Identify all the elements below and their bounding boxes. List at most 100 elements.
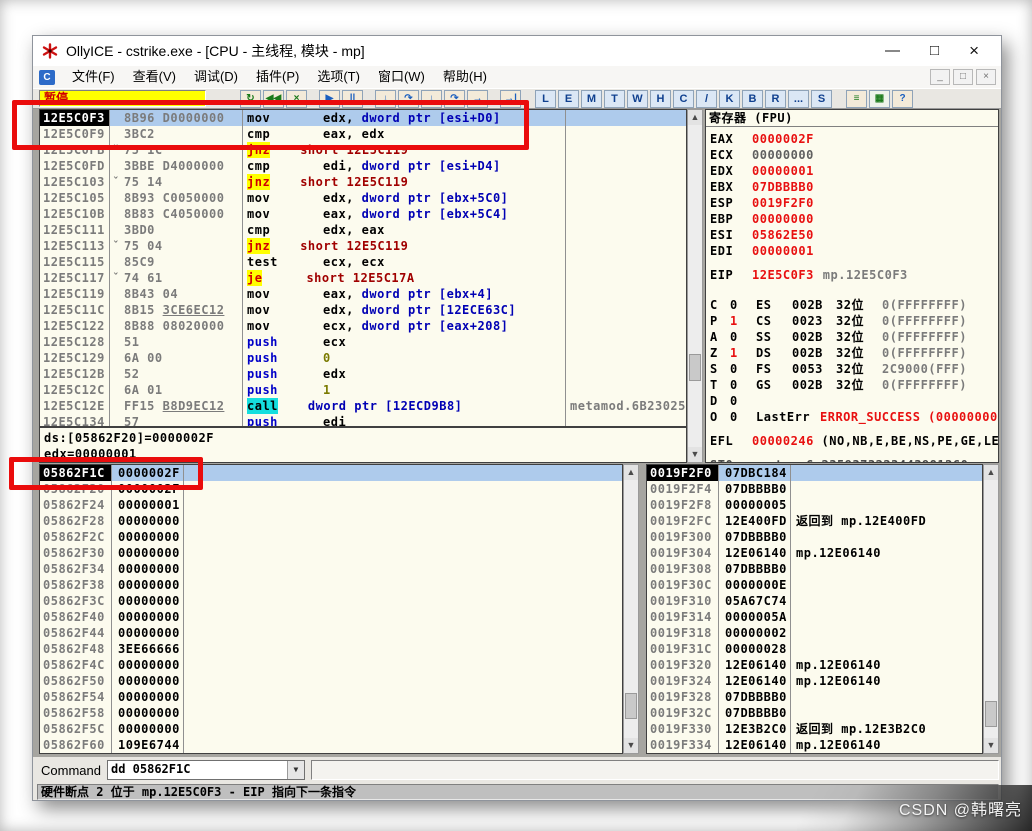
scroll-down-icon[interactable]: ▼ bbox=[984, 738, 998, 753]
close-button[interactable]: × bbox=[969, 36, 979, 66]
stack-row[interactable]: 0019F31800000002 bbox=[647, 625, 982, 641]
scrollbar-thumb[interactable] bbox=[689, 354, 701, 381]
patches-window-button[interactable]: / bbox=[696, 90, 717, 108]
dump-row[interactable]: 05862F5000000000 bbox=[40, 673, 622, 689]
scroll-down-icon[interactable]: ▼ bbox=[624, 738, 638, 753]
runtrace-window-button[interactable]: ... bbox=[788, 90, 809, 108]
disasm-row[interactable]: 12E5C1228B88 08020000movecx, dword ptr [… bbox=[40, 318, 686, 334]
chevron-down-icon[interactable]: ▼ bbox=[287, 761, 304, 779]
help-button[interactable]: ? bbox=[892, 90, 913, 108]
disasm-row[interactable]: 12E5C12EFF15 B8D9EC12calldword ptr [12EC… bbox=[40, 398, 686, 414]
dump-row[interactable]: 05862F200000002F bbox=[40, 481, 622, 497]
disasm-row[interactable]: 12E5C12B52pushedx bbox=[40, 366, 686, 382]
dump-row[interactable]: 05862F4400000000 bbox=[40, 625, 622, 641]
disassembly-scrollbar[interactable]: ▲ ▼ bbox=[687, 109, 703, 463]
disasm-row[interactable]: 12E5C10B8B83 C4050000moveax, dword ptr [… bbox=[40, 206, 686, 222]
flag-row[interactable]: D0 bbox=[706, 393, 998, 409]
disasm-row[interactable]: 12E5C11C8B15 3CE6EC12movedx, dword ptr [… bbox=[40, 302, 686, 318]
register-row-eip[interactable]: EIP12E5C0F3mp.12E5C0F3 bbox=[706, 267, 998, 283]
stack-row[interactable]: 0019F32412E06140mp.12E06140 bbox=[647, 673, 982, 689]
disassembly-pane[interactable]: 12E5C0F38B96 D0000000movedx, dword ptr [… bbox=[39, 109, 687, 427]
animate-over-button[interactable]: ↷ bbox=[444, 90, 465, 108]
restart-button[interactable]: ◀◀ bbox=[263, 90, 284, 108]
flag-row[interactable]: T0GS002B32位0(FFFFFFFF) bbox=[706, 377, 998, 393]
minimize-button[interactable]: — bbox=[885, 36, 900, 66]
dump-row[interactable]: 05862F3C00000000 bbox=[40, 593, 622, 609]
menu-plugins[interactable]: 插件(P) bbox=[247, 66, 308, 88]
menu-file[interactable]: 文件(F) bbox=[63, 66, 124, 88]
step-into-button[interactable]: ↓ bbox=[375, 90, 396, 108]
dump-row[interactable]: 05862F5800000000 bbox=[40, 705, 622, 721]
references-window-button[interactable]: R bbox=[765, 90, 786, 108]
log-window-button[interactable]: L bbox=[535, 90, 556, 108]
dump-row[interactable]: 05862F4000000000 bbox=[40, 609, 622, 625]
flag-row[interactable]: O0LastErrERROR_SUCCESS (00000000 bbox=[706, 409, 998, 425]
register-row[interactable]: ESI05862E50 bbox=[706, 227, 998, 243]
stack-row[interactable]: 0019F33412E06140mp.12E06140 bbox=[647, 737, 982, 753]
menu-help[interactable]: 帮助(H) bbox=[434, 66, 496, 88]
disasm-row[interactable]: 12E5C1198B43 04moveax, dword ptr [ebx+4] bbox=[40, 286, 686, 302]
scrollbar-thumb[interactable] bbox=[625, 693, 637, 719]
dump-scrollbar[interactable]: ▲ ▼ bbox=[623, 464, 639, 754]
dump-row[interactable]: 05862F1C0000002F bbox=[40, 465, 622, 481]
pause-button[interactable]: || bbox=[342, 90, 363, 108]
dump-row[interactable]: 05862F60109E6744 bbox=[40, 737, 622, 753]
stack-row[interactable]: 0019F32012E06140mp.12E06140 bbox=[647, 657, 982, 673]
menu-options[interactable]: 选项(T) bbox=[308, 66, 369, 88]
flag-row[interactable]: P1CS002332位0(FFFFFFFF) bbox=[706, 313, 998, 329]
disasm-row[interactable]: 12E5C117ˇ74 61jeshort 12E5C17A bbox=[40, 270, 686, 286]
close-program-button[interactable]: × bbox=[286, 90, 307, 108]
menu-debug[interactable]: 调试(D) bbox=[185, 66, 247, 88]
open-button[interactable]: ↻ bbox=[240, 90, 261, 108]
stack-scrollbar[interactable]: ▲ ▼ bbox=[983, 464, 999, 754]
stack-row[interactable]: 0019F30007DBBBB0 bbox=[647, 529, 982, 545]
disasm-row[interactable]: 12E5C113ˇ75 04jnzshort 12E5C119 bbox=[40, 238, 686, 254]
modules-window-button[interactable]: E bbox=[558, 90, 579, 108]
dump-row[interactable]: 05862F483EE66666 bbox=[40, 641, 622, 657]
disasm-row[interactable]: 12E5C1113BD0cmpedx, eax bbox=[40, 222, 686, 238]
dump-row[interactable]: 05862F5400000000 bbox=[40, 689, 622, 705]
memory-dump-pane[interactable]: 05862F1C0000002F05862F200000002F05862F24… bbox=[39, 464, 623, 754]
command-input[interactable]: dd 05862F1C bbox=[108, 761, 287, 779]
scroll-up-icon[interactable]: ▲ bbox=[624, 465, 638, 480]
disasm-row[interactable]: 12E5C0FD3BBE D4000000cmpedi, dword ptr [… bbox=[40, 158, 686, 174]
register-row[interactable]: EDI00000001 bbox=[706, 243, 998, 259]
disasm-row[interactable]: 12E5C12851pushecx bbox=[40, 334, 686, 350]
dump-row[interactable]: 05862F2C00000000 bbox=[40, 529, 622, 545]
disasm-row[interactable]: 12E5C0FBˇ75 1Cjnzshort 12E5C119 bbox=[40, 142, 686, 158]
callstack-window-button[interactable]: K bbox=[719, 90, 740, 108]
stack-row[interactable]: 0019F32807DBBBB0 bbox=[647, 689, 982, 705]
source-window-button[interactable]: S bbox=[811, 90, 832, 108]
register-row[interactable]: EBP00000000 bbox=[706, 211, 998, 227]
stack-row[interactable]: 0019F30807DBBBB0 bbox=[647, 561, 982, 577]
command-combobox[interactable]: dd 05862F1C ▼ bbox=[107, 760, 305, 780]
scroll-up-icon[interactable]: ▲ bbox=[688, 110, 702, 125]
mdi-close-button[interactable]: × bbox=[976, 69, 996, 85]
dump-row[interactable]: 05862F2400000001 bbox=[40, 497, 622, 513]
disasm-row[interactable]: 12E5C1058B93 C0050000movedx, dword ptr [… bbox=[40, 190, 686, 206]
flag-row[interactable]: A0SS002B32位0(FFFFFFFF) bbox=[706, 329, 998, 345]
registers-pane[interactable]: 寄存器 (FPU)EAX0000002FECX00000000EDX000000… bbox=[705, 109, 999, 463]
stack-row[interactable]: 0019F30C0000000E bbox=[647, 577, 982, 593]
animate-into-button[interactable]: ↓ bbox=[421, 90, 442, 108]
step-over-button[interactable]: ↷ bbox=[398, 90, 419, 108]
register-row[interactable]: EBX07DBBBB0 bbox=[706, 179, 998, 195]
flag-row[interactable]: C0ES002B32位0(FFFFFFFF) bbox=[706, 297, 998, 313]
disasm-row[interactable]: 12E5C11585C9testecx, ecx bbox=[40, 254, 686, 270]
stack-row[interactable]: 0019F2F007DBC184 bbox=[647, 465, 982, 481]
dump-row[interactable]: 05862F2800000000 bbox=[40, 513, 622, 529]
mdi-minimize-button[interactable]: _ bbox=[930, 69, 950, 85]
disasm-row[interactable]: 12E5C1296A 00push0 bbox=[40, 350, 686, 366]
st0-row[interactable]: ST0empty -6.2359373223443981260 bbox=[706, 457, 998, 463]
register-row[interactable]: ESP0019F2F0 bbox=[706, 195, 998, 211]
scroll-up-icon[interactable]: ▲ bbox=[984, 465, 998, 480]
run-button[interactable]: ▶ bbox=[319, 90, 340, 108]
flag-row[interactable]: Z1DS002B32位0(FFFFFFFF) bbox=[706, 345, 998, 361]
disasm-row[interactable]: 12E5C103ˇ75 14jnzshort 12E5C119 bbox=[40, 174, 686, 190]
eflags-row[interactable]: EFL00000246 (NO,NB,E,BE,NS,PE,GE,LE bbox=[706, 433, 998, 449]
dump-row[interactable]: 05862F5C00000000 bbox=[40, 721, 622, 737]
disasm-row[interactable]: 12E5C13457pushedi bbox=[40, 414, 686, 427]
stack-row[interactable]: 0019F2F407DBBBB0 bbox=[647, 481, 982, 497]
appearance-button[interactable]: ▦ bbox=[869, 90, 890, 108]
stack-row[interactable]: 0019F2F800000005 bbox=[647, 497, 982, 513]
